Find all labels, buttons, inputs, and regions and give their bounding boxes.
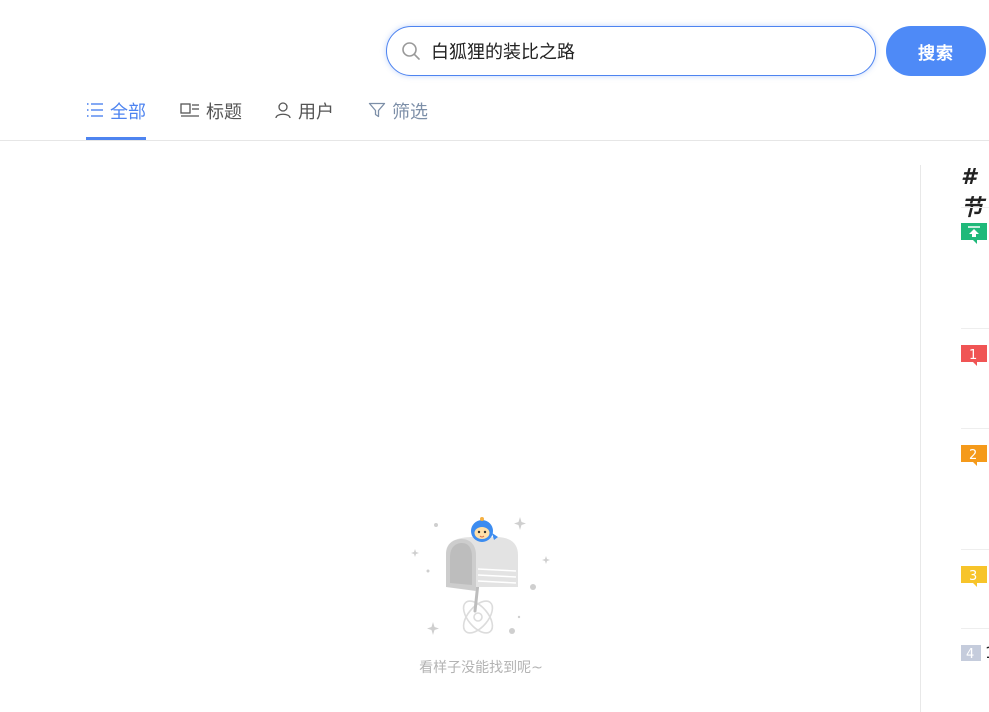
rank-2-number: 2 xyxy=(969,448,977,463)
rank-4-badge-icon: 4 xyxy=(961,645,981,662)
user-icon xyxy=(275,102,291,119)
rank-3-number: 3 xyxy=(969,569,977,584)
sidebar-divider xyxy=(961,549,989,550)
search-button[interactable]: 搜索 xyxy=(886,26,986,76)
rank-4-number: 4 xyxy=(966,647,974,662)
rank-2-badge-icon: 2 xyxy=(961,445,987,466)
sidebar-divider xyxy=(961,328,989,329)
rank-4-text: 1 xyxy=(985,643,989,662)
rank-1-badge-icon: 1 xyxy=(961,345,987,366)
filter-tabs: 全部 标题 用户 筛选 xyxy=(0,90,989,141)
hot-list-sidebar: # 节 1 2 3 4 1 xyxy=(920,165,989,712)
tab-all[interactable]: 全部 xyxy=(86,98,146,140)
tab-user[interactable]: 用户 xyxy=(274,98,334,140)
tab-filter-label: 筛选 xyxy=(392,102,428,123)
rank-3-badge-icon: 3 xyxy=(961,566,987,587)
empty-mailbox-illustration xyxy=(411,517,550,635)
filter-icon xyxy=(368,102,386,118)
list-icon xyxy=(87,103,103,117)
rank-1-number: 1 xyxy=(969,348,977,363)
tab-title[interactable]: 标题 xyxy=(180,98,242,140)
search-input[interactable] xyxy=(431,31,851,71)
pinned-top-badge-icon xyxy=(961,223,987,244)
sidebar-divider xyxy=(961,628,989,629)
sidebar-divider xyxy=(961,428,989,429)
sidebar-heading: # 节 xyxy=(961,165,984,221)
tab-filter[interactable]: 筛选 xyxy=(368,98,428,140)
tab-all-label: 全部 xyxy=(110,102,146,123)
sidebar-divider xyxy=(961,207,989,208)
tab-user-label: 用户 xyxy=(298,102,334,123)
search-box[interactable] xyxy=(386,26,876,76)
search-icon xyxy=(402,42,420,60)
empty-state-message: 看样子没能找到呢~ xyxy=(419,660,543,676)
title-icon xyxy=(180,103,199,117)
tab-title-label: 标题 xyxy=(206,102,242,123)
